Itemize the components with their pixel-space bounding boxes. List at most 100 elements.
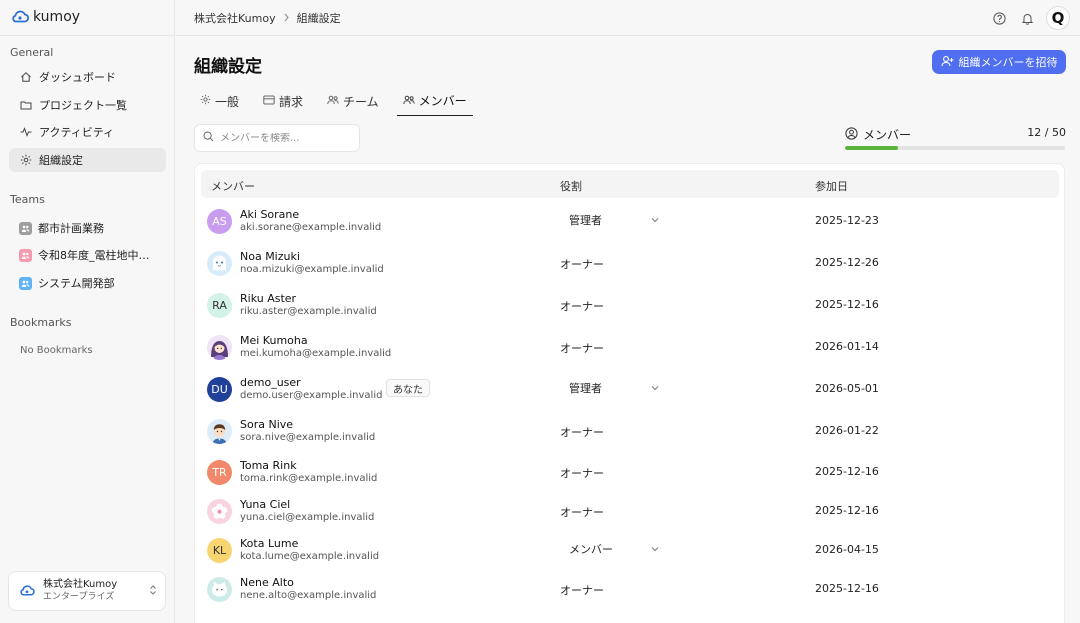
chevron-down-icon [650, 383, 660, 396]
table-header: メンバー 役割 参加日 [201, 170, 1059, 198]
org-switcher[interactable]: 株式会社Kumoy エンタープライズ [8, 571, 166, 611]
brand-name: kumoy [33, 9, 81, 25]
sidebar-team-item[interactable]: 令和8年度_電柱地中化... [9, 243, 166, 267]
sidebar-team-item[interactable]: システム開発部 [9, 271, 166, 295]
search-icon [203, 131, 214, 145]
member-usage: メンバー 12 / 50 [845, 126, 1066, 152]
member-role: オーナー [560, 506, 604, 519]
settings-tabs: 一般 請求 チーム メンバー [194, 86, 485, 116]
topbar: 株式会社Kumoy 組織設定 Q [176, 0, 1080, 36]
member-name: Sora Nive [240, 418, 294, 431]
tab-general[interactable]: 一般 [194, 86, 245, 116]
member-email: sora.nive@example.invalid [240, 432, 376, 443]
tab-label: 一般 [215, 94, 240, 109]
invite-member-label: 組織メンバーを招待 [958, 56, 1058, 69]
avatar: KL [207, 538, 232, 563]
usage-progress-track [845, 146, 1065, 150]
gear-icon [19, 153, 33, 167]
column-header-member: メンバー [211, 180, 255, 193]
table-row: Mei Kumoha mei.kumoha@example.invalid オーナー… [195, 327, 1066, 367]
member-email: mei.kumoha@example.invalid [240, 348, 392, 359]
team-icon [19, 276, 32, 290]
invite-member-button[interactable]: 組織メンバーを招待 [932, 50, 1066, 74]
cloud-logo-icon [19, 584, 35, 599]
member-name: Mei Kumoha [240, 334, 308, 347]
member-name: demo_user [240, 376, 301, 389]
member-email: nene.alto@example.invalid [240, 590, 377, 601]
avatar [207, 577, 232, 602]
column-header-joined: 参加日 [815, 180, 848, 193]
member-joined-date: 2025-12-16 [815, 465, 879, 478]
brand-logo[interactable]: kumoy [11, 8, 80, 26]
search-input[interactable] [220, 132, 350, 144]
member-role: オーナー [560, 258, 604, 271]
general-heading: General [10, 46, 54, 59]
member-role: オーナー [560, 342, 604, 355]
member-joined-date: 2026-05-01 [815, 382, 879, 395]
member-joined-date: 2026-01-22 [815, 424, 879, 437]
role-select-value: 管理者 [569, 214, 602, 227]
table-row: Sora Nive sora.nive@example.invalid オーナー 20… [195, 411, 1066, 451]
sidebar-team-item[interactable]: 都市計画業務 [9, 216, 166, 240]
activity-icon [19, 125, 33, 139]
role-select[interactable]: メンバー [560, 536, 664, 562]
member-joined-date: 2026-01-14 [815, 340, 879, 353]
tab-label: メンバー [418, 94, 467, 108]
member-joined-date: 2025-12-16 [815, 582, 879, 595]
chevron-down-icon [650, 215, 660, 228]
member-joined-date: 2025-12-26 [815, 256, 879, 269]
members-table: メンバー 役割 参加日 AS Aki Sorane aki.sorane@examp… [194, 163, 1065, 623]
member-name: Aki Sorane [240, 208, 300, 221]
member-email: toma.rink@example.invalid [240, 473, 378, 484]
avatar [207, 251, 232, 276]
member-joined-date: 2025-12-23 [815, 214, 879, 227]
member-joined-date: 2025-12-16 [815, 298, 879, 311]
member-email: demo.user@example.invalid [240, 390, 383, 401]
member-role: オーナー [560, 584, 604, 597]
usage-label: メンバー [863, 128, 912, 142]
chevron-right-icon [283, 12, 290, 25]
sidebar-item-label: システム開発部 [38, 277, 115, 290]
member-email: kota.lume@example.invalid [240, 551, 380, 562]
role-select-value: メンバー [569, 543, 613, 556]
table-row: Noa Mizuki noa.mizuki@example.invalid オーナー… [195, 243, 1066, 283]
bell-icon[interactable] [1018, 9, 1036, 27]
sidebar-item-activity[interactable]: アクティビティ [9, 120, 166, 144]
sidebar-item-org-settings[interactable]: 組織設定 [9, 148, 166, 172]
chevron-down-icon [650, 544, 660, 557]
member-name: Nene Alto [240, 576, 294, 589]
user-avatar[interactable]: Q [1046, 6, 1070, 30]
member-search[interactable] [194, 124, 360, 152]
team-icon [19, 248, 32, 262]
breadcrumb-current: 組織設定 [296, 12, 341, 25]
card-icon [263, 94, 275, 108]
org-plan: エンタープライズ [43, 592, 115, 602]
sidebar-item-projects[interactable]: プロジェクト一覧 [9, 93, 166, 117]
help-icon[interactable] [990, 9, 1008, 27]
tab-billing[interactable]: 請求 [257, 86, 309, 116]
tab-members[interactable]: メンバー [396, 86, 473, 116]
member-role: オーナー [560, 426, 604, 439]
avatar: AS [207, 209, 232, 234]
avatar: DU [207, 377, 232, 402]
role-select-value: 管理者 [569, 382, 602, 395]
role-select[interactable]: 管理者 [560, 207, 664, 233]
user-circle-icon [845, 126, 858, 143]
team-icon [19, 221, 32, 235]
sidebar: kumoy General ダッシュボード プロジェクト一覧 アクティビティ 組… [0, 0, 175, 623]
tab-teams[interactable]: チーム [321, 86, 385, 116]
breadcrumb-org[interactable]: 株式会社Kumoy [194, 10, 276, 26]
role-select[interactable]: 管理者 [560, 375, 664, 401]
member-joined-date: 2025-12-16 [815, 504, 879, 517]
member-role: オーナー [560, 300, 604, 313]
avatar: RA [207, 293, 232, 318]
member-email: noa.mizuki@example.invalid [240, 264, 384, 275]
sidebar-item-label: アクティビティ [39, 126, 115, 139]
table-row: Nene Alto nene.alto@example.invalid オーナー 20… [195, 569, 1066, 609]
folder-icon [19, 98, 33, 112]
sidebar-item-dashboard[interactable]: ダッシュボード [9, 65, 166, 89]
tab-label: チーム [343, 94, 379, 109]
cloud-logo-icon [11, 9, 30, 26]
no-bookmarks-text: No Bookmarks [20, 345, 93, 356]
usage-count: 12 / 50 [1027, 126, 1066, 139]
